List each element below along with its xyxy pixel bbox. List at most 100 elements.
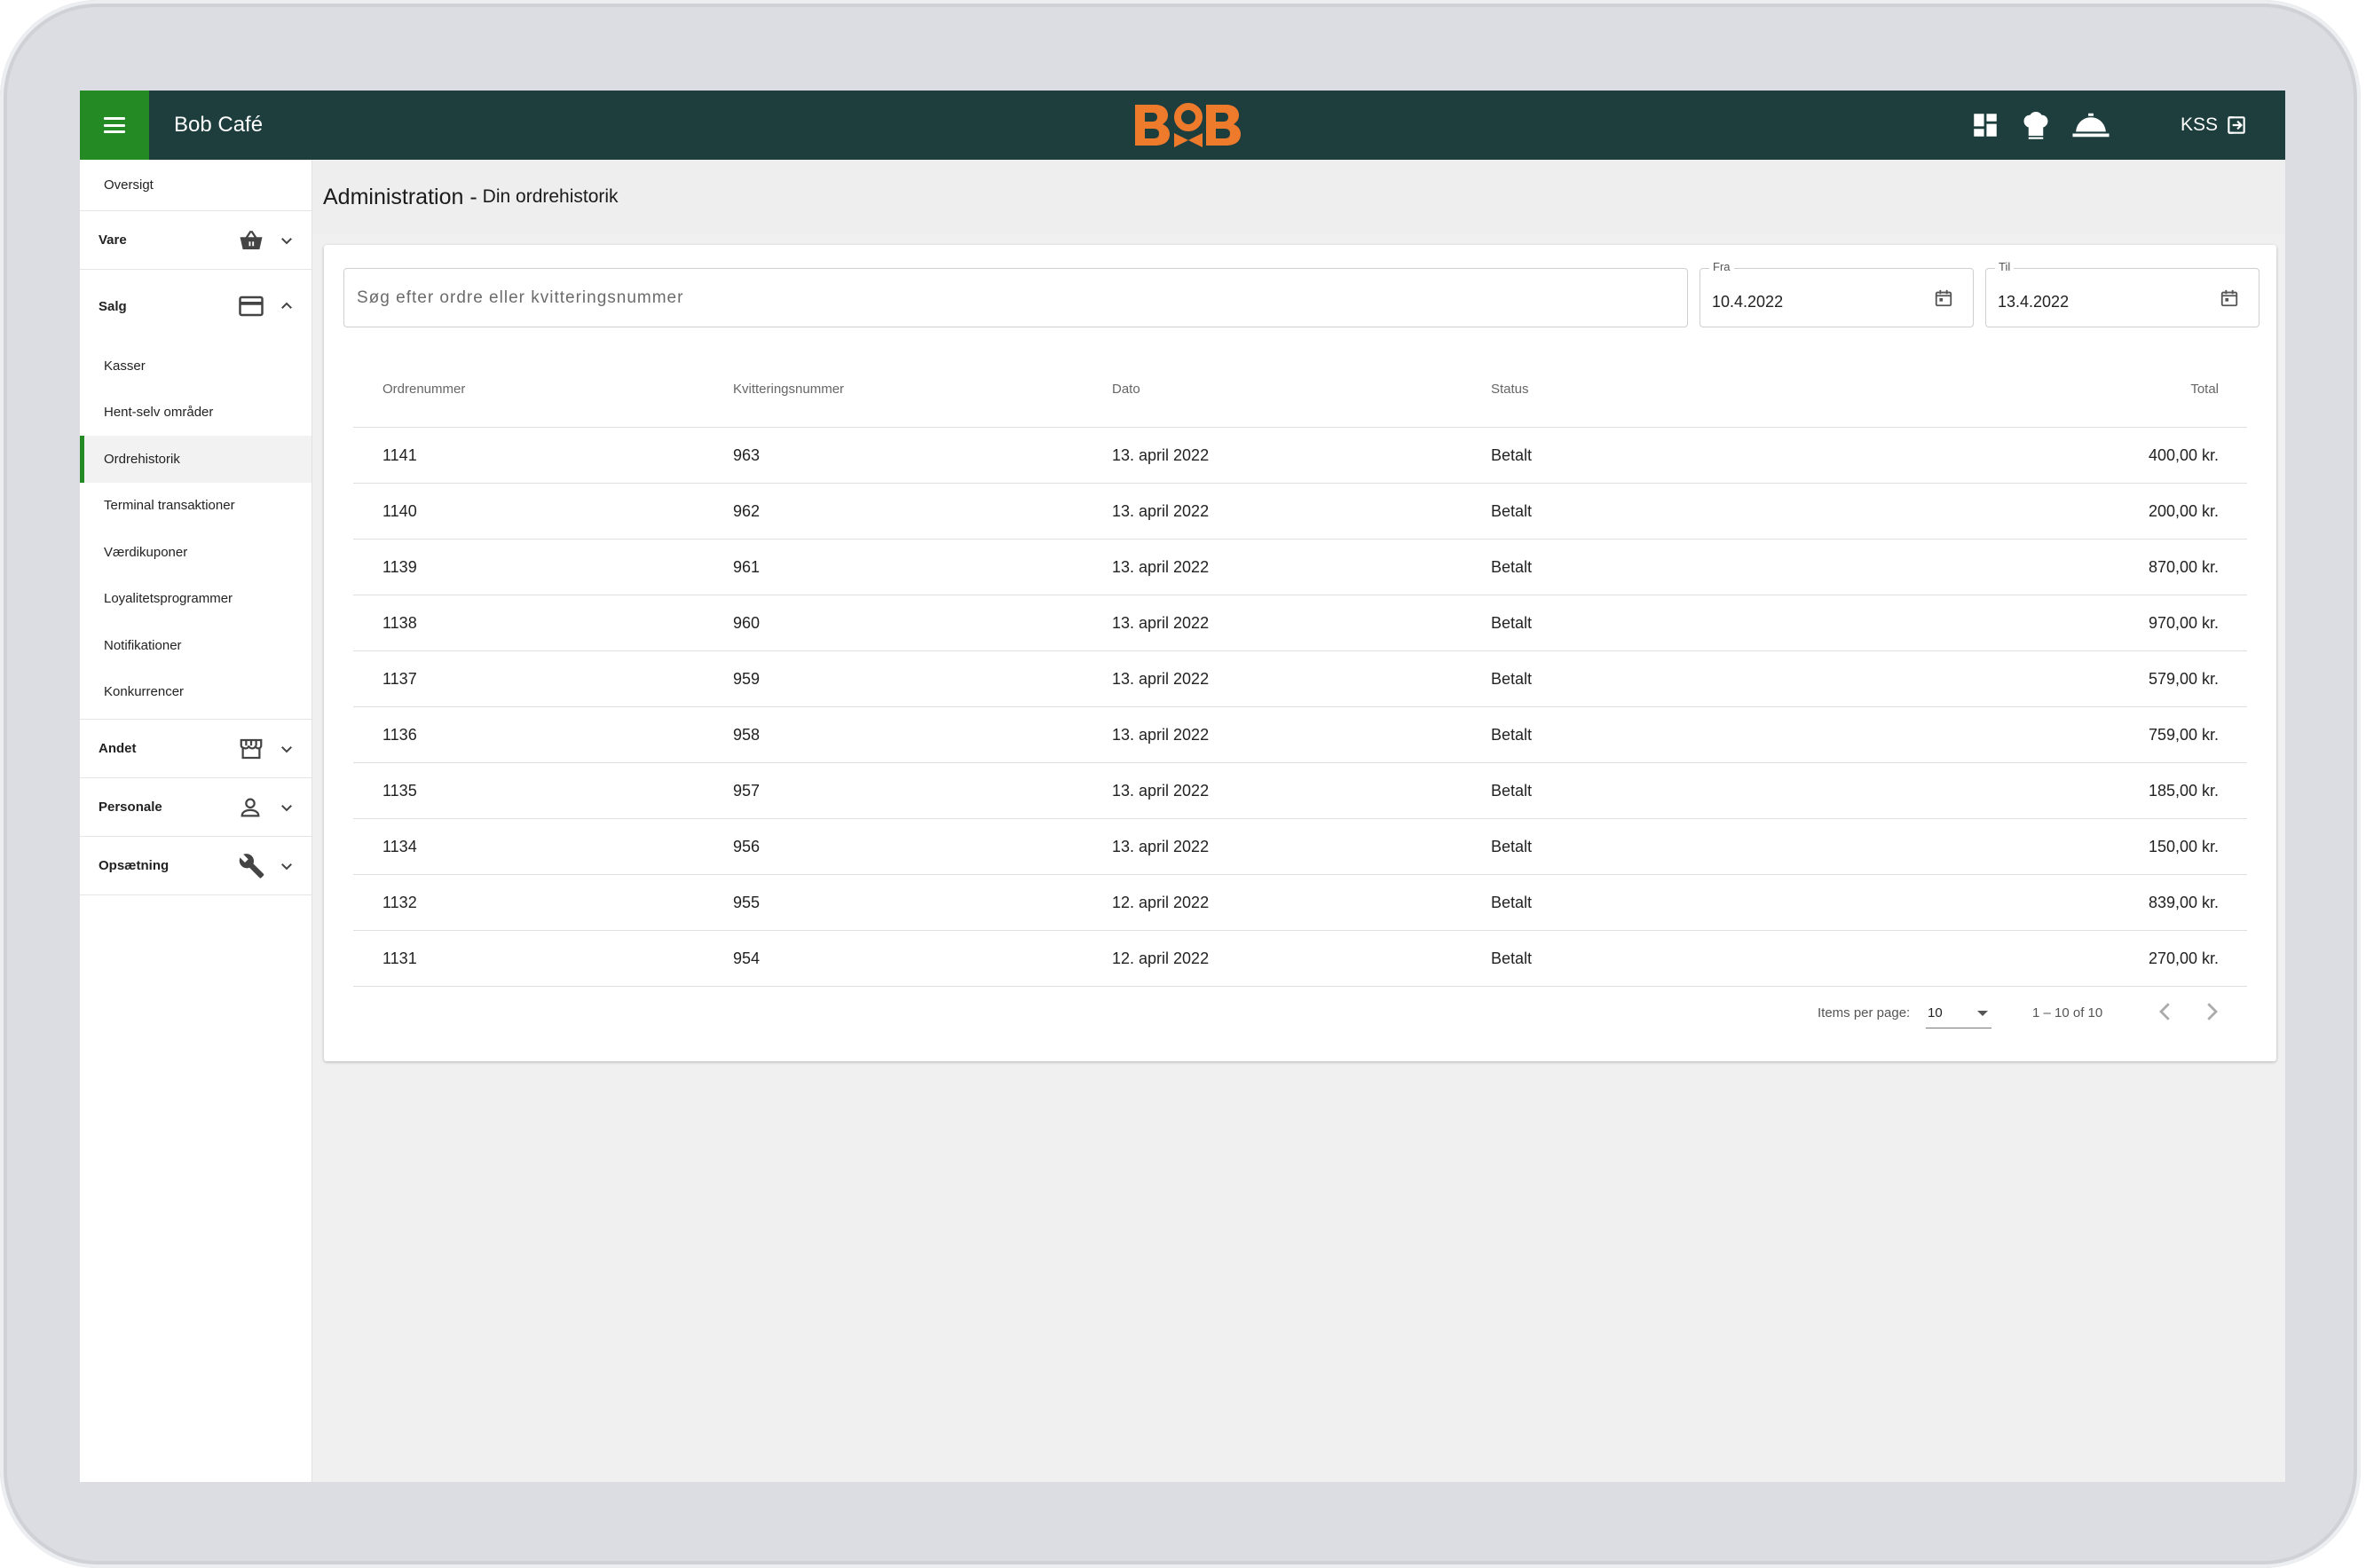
tablet-frame: Bob Café KSS Oversigt Vare Salg Kasser H… <box>0 0 2361 1568</box>
sidebar: Oversigt Vare Salg Kasser Hent-selv områ… <box>80 160 312 1482</box>
col-kvitteringsnummer[interactable]: Kvitteringsnummer <box>733 382 844 397</box>
bob-logo-icon <box>1135 103 1241 147</box>
paginator: Items per page: 10 1 – 10 of 10 <box>324 988 2276 1041</box>
cell-total: 970,00 kr. <box>2148 613 2219 632</box>
sidebar-item-terminal-transaktioner[interactable]: Terminal transaktioner <box>80 483 312 530</box>
table-row[interactable]: 1139 961 13. april 2022 Betalt 870,00 kr. <box>353 540 2247 595</box>
sidebar-item-loyalitetsprogrammer[interactable]: Loyalitetsprogrammer <box>80 576 312 623</box>
cell-ordrenummer: 1135 <box>383 781 417 800</box>
cell-ordrenummer: 1139 <box>383 557 417 576</box>
service-bell-icon[interactable] <box>2071 110 2110 140</box>
cell-dato: 13. april 2022 <box>1112 501 1210 520</box>
previous-page-button[interactable] <box>2152 998 2179 1025</box>
cell-ordrenummer: 1131 <box>383 949 417 967</box>
cell-status: Betalt <box>1491 725 1533 744</box>
table-row[interactable]: 1136 958 13. april 2022 Betalt 759,00 kr. <box>353 707 2247 763</box>
table-row[interactable]: 1141 963 13. april 2022 Betalt 400,00 kr. <box>353 428 2247 484</box>
cell-kvitteringsnummer: 963 <box>733 445 761 464</box>
table-row[interactable]: 1131 954 12. april 2022 Betalt 270,00 kr. <box>353 931 2247 987</box>
chevron-down-icon <box>279 858 295 874</box>
cell-dato: 12. april 2022 <box>1112 893 1210 911</box>
sidebar-group-vare[interactable]: Vare <box>80 211 312 270</box>
hamburger-icon <box>104 117 125 133</box>
date-to-field[interactable]: Til 13.4.2022 <box>1985 260 2260 327</box>
cell-dato: 13. april 2022 <box>1112 613 1210 632</box>
col-ordrenummer[interactable]: Ordrenummer <box>383 382 465 397</box>
dashboard-icon[interactable] <box>1970 110 2000 140</box>
cell-ordrenummer: 1132 <box>383 893 417 911</box>
top-icons <box>1970 91 2110 160</box>
cell-status: Betalt <box>1491 669 1533 688</box>
date-from-value: 10.4.2022 <box>1712 293 1784 311</box>
cell-kvitteringsnummer: 955 <box>733 893 761 911</box>
cell-kvitteringsnummer: 956 <box>733 837 761 855</box>
next-page-button[interactable] <box>2198 998 2225 1025</box>
menu-button[interactable] <box>80 91 149 160</box>
table-row[interactable]: 1137 959 13. april 2022 Betalt 579,00 kr. <box>353 651 2247 707</box>
sidebar-item-ordrehistorik[interactable]: Ordrehistorik <box>80 436 312 483</box>
cell-total: 400,00 kr. <box>2148 445 2219 464</box>
app-screen: Bob Café KSS Oversigt Vare Salg Kasser H… <box>80 91 2285 1482</box>
logout-icon <box>2225 114 2248 137</box>
table-row[interactable]: 1140 962 13. april 2022 Betalt 200,00 kr. <box>353 484 2247 540</box>
sidebar-item-vaerdikuponer[interactable]: Værdikuponer <box>80 529 312 576</box>
sidebar-item-hent-selv[interactable]: Hent-selv områder <box>80 390 312 437</box>
sidebar-group-personale[interactable]: Personale <box>80 778 312 837</box>
cell-kvitteringsnummer: 958 <box>733 725 761 744</box>
cell-ordrenummer: 1140 <box>383 501 417 520</box>
cell-total: 870,00 kr. <box>2148 557 2219 576</box>
basket-icon <box>238 228 264 253</box>
calendar-icon[interactable] <box>1934 288 1953 308</box>
col-dato[interactable]: Dato <box>1112 382 1140 397</box>
date-from-field[interactable]: Fra 10.4.2022 <box>1700 260 1974 327</box>
sidebar-item-oversigt[interactable]: Oversigt <box>80 160 312 211</box>
cell-kvitteringsnummer: 962 <box>733 501 761 520</box>
cell-total: 759,00 kr. <box>2148 725 2219 744</box>
date-to-label: Til <box>1995 260 2015 273</box>
search-input[interactable] <box>343 268 1688 327</box>
cell-total: 150,00 kr. <box>2148 837 2219 855</box>
cell-status: Betalt <box>1491 949 1533 967</box>
chevron-up-icon <box>279 298 295 314</box>
cell-ordrenummer: 1136 <box>383 725 417 744</box>
cell-status: Betalt <box>1491 837 1533 855</box>
page-range: 1 – 10 of 10 <box>2032 1005 2103 1020</box>
sidebar-group-andet[interactable]: Andet <box>80 720 312 778</box>
table-row[interactable]: 1135 957 13. april 2022 Betalt 185,00 kr. <box>353 763 2247 819</box>
app-title: Bob Café <box>174 113 264 137</box>
page-size-select[interactable]: 10 <box>1926 998 1991 1028</box>
cell-dato: 13. april 2022 <box>1112 781 1210 800</box>
cell-kvitteringsnummer: 957 <box>733 781 761 800</box>
cell-total: 185,00 kr. <box>2148 781 2219 800</box>
chevron-down-icon <box>279 800 295 816</box>
date-to-value: 13.4.2022 <box>1998 293 2070 311</box>
table-header: Ordrenummer Kvitteringsnummer Dato Statu… <box>353 351 2247 428</box>
chevron-down-icon <box>279 741 295 757</box>
bob-logo <box>1132 91 1245 160</box>
sidebar-item-kasser[interactable]: Kasser <box>80 343 312 390</box>
calendar-icon[interactable] <box>2220 288 2239 308</box>
sidebar-group-salg[interactable]: Salg <box>80 270 312 343</box>
page-header: Administration - Din ordrehistorik <box>312 160 2285 234</box>
chevron-left-icon <box>2159 1003 2170 1020</box>
cell-kvitteringsnummer: 960 <box>733 613 761 632</box>
cell-total: 270,00 kr. <box>2148 949 2219 967</box>
col-total[interactable]: Total <box>2190 382 2219 397</box>
user-initials: KSS <box>2180 114 2218 135</box>
page-size-value: 10 <box>1928 1005 1943 1020</box>
chevron-right-icon <box>2207 1003 2218 1020</box>
cell-total: 579,00 kr. <box>2148 669 2219 688</box>
cell-kvitteringsnummer: 954 <box>733 949 761 967</box>
chef-hat-icon[interactable] <box>2020 109 2052 141</box>
user-logout[interactable]: KSS <box>2181 91 2248 160</box>
table-row[interactable]: 1134 956 13. april 2022 Betalt 150,00 kr. <box>353 819 2247 875</box>
table-row[interactable]: 1132 955 12. april 2022 Betalt 839,00 kr. <box>353 875 2247 931</box>
page-subtitle: Din ordrehistorik <box>482 186 619 207</box>
top-bar: Bob Café KSS <box>80 91 2285 160</box>
sidebar-item-konkurrencer[interactable]: Konkurrencer <box>80 669 312 716</box>
cell-status: Betalt <box>1491 893 1533 911</box>
sidebar-item-notifikationer[interactable]: Notifikationer <box>80 622 312 669</box>
table-row[interactable]: 1138 960 13. april 2022 Betalt 970,00 kr. <box>353 595 2247 651</box>
col-status[interactable]: Status <box>1491 382 1529 397</box>
sidebar-group-opsaetning[interactable]: Opsætning <box>80 837 312 895</box>
